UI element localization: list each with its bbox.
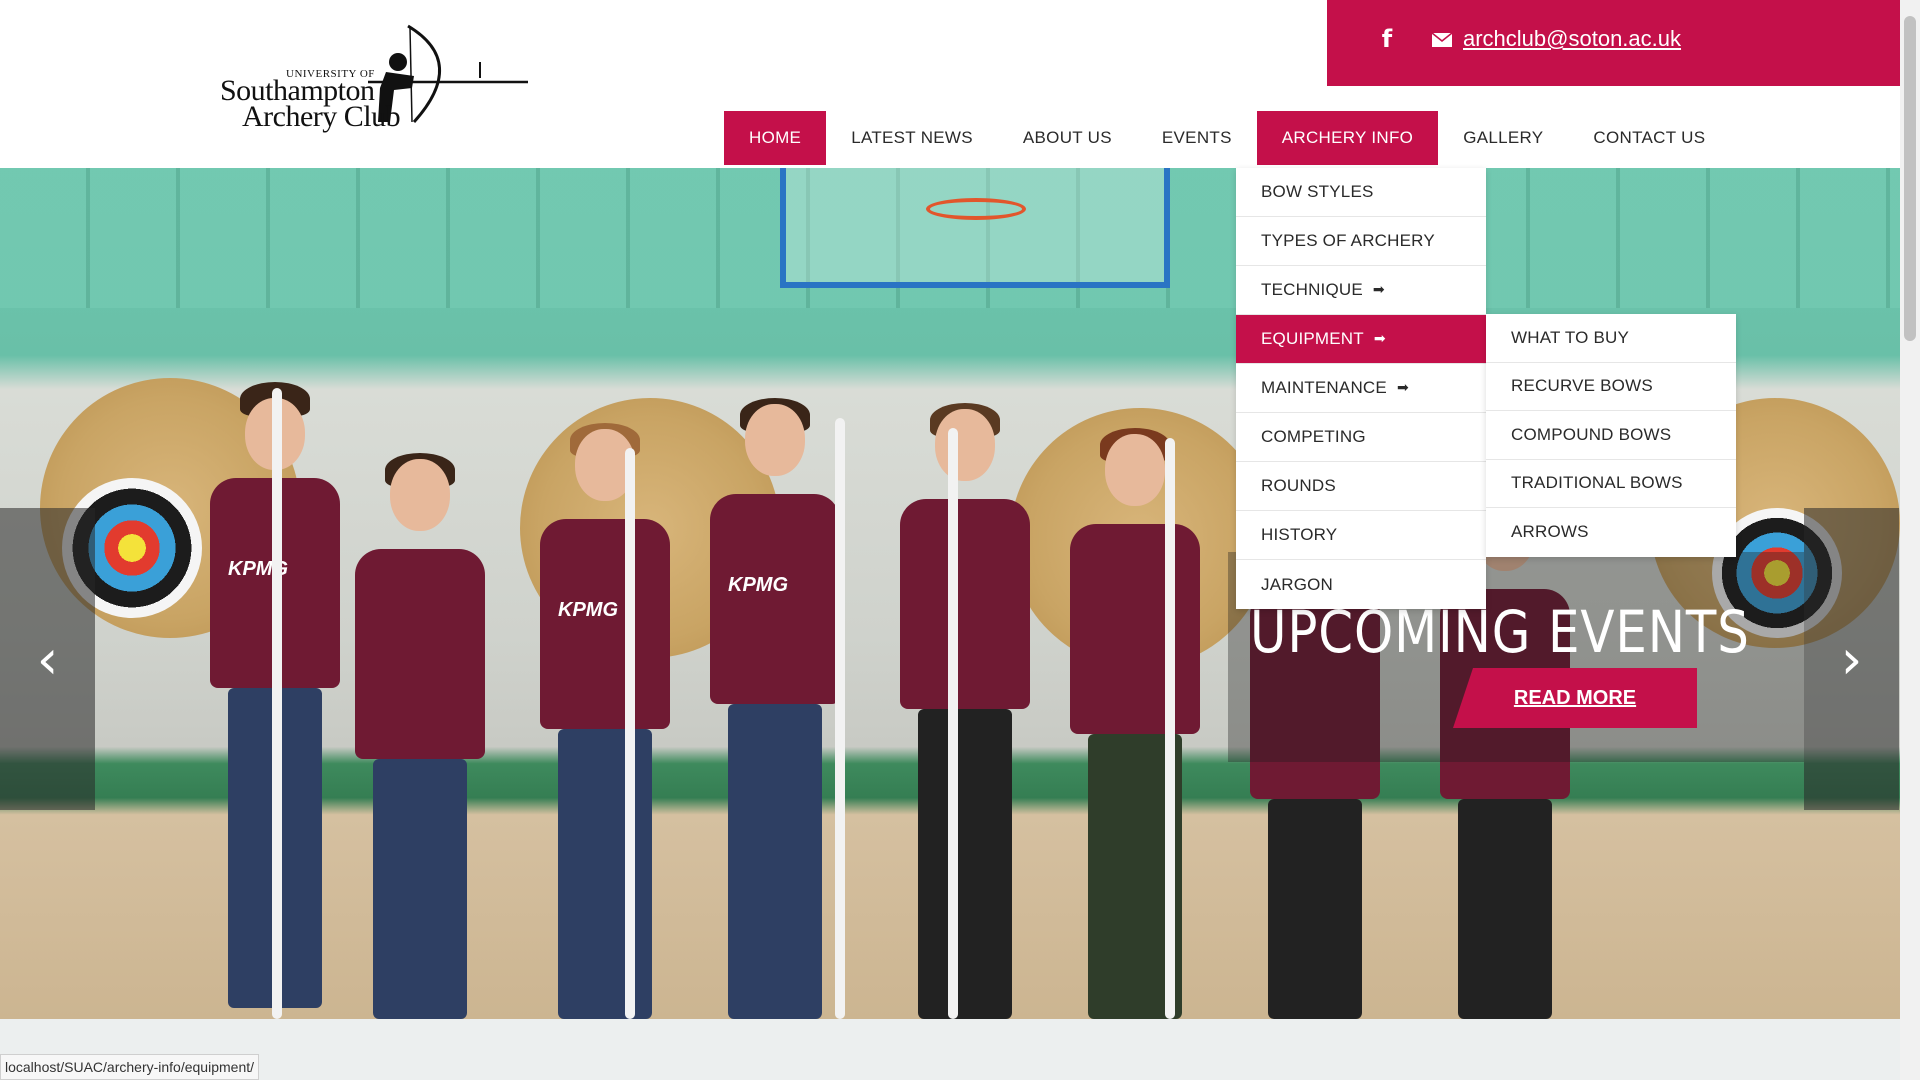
nav-about-us[interactable]: ABOUT US (998, 111, 1137, 165)
recurve-bow (625, 448, 635, 1019)
dropdown-item-label: COMPETING (1261, 427, 1366, 446)
dropdown-item-maintenance[interactable]: MAINTENANCE ➡ (1236, 364, 1486, 413)
dropdown-item-technique[interactable]: TECHNIQUE ➡ (1236, 266, 1486, 315)
page-scrollbar[interactable] (1900, 0, 1920, 1080)
site-header: UNIVERSITY OF Southampton Archery Club f… (0, 0, 1900, 168)
main-nav: HOME LATEST NEWS ABOUT US EVENTS ARCHERY… (724, 111, 1730, 165)
dropdown-item-history[interactable]: HISTORY (1236, 511, 1486, 560)
recurve-bow (1165, 438, 1175, 1019)
dropdown-item-label: ROUNDS (1261, 476, 1336, 495)
nav-home[interactable]: HOME (724, 111, 827, 165)
archer: KPMG (700, 398, 850, 1019)
nav-archery-info[interactable]: ARCHERY INFO (1256, 111, 1439, 165)
submenu-item-recurve-bows[interactable]: RECURVE BOWS (1486, 363, 1736, 411)
read-more-button[interactable]: READ MORE (1453, 668, 1697, 728)
dropdown-item-label: JARGON (1261, 574, 1334, 594)
dropdown-item-label: HISTORY (1261, 525, 1338, 544)
email-link[interactable]: archclub@soton.ac.uk (1463, 26, 1681, 52)
submenu-item-traditional-bows[interactable]: TRADITIONAL BOWS (1486, 460, 1736, 508)
submenu-item-what-to-buy[interactable]: WHAT TO BUY (1486, 314, 1736, 363)
site-logo[interactable]: UNIVERSITY OF Southampton Archery Club (218, 22, 530, 134)
dropdown-item-rounds[interactable]: ROUNDS (1236, 462, 1486, 511)
slider-prev-button[interactable]: ‹ (0, 508, 95, 810)
dropdown-item-label: TECHNIQUE (1261, 280, 1363, 299)
recurve-bow (835, 418, 845, 1019)
facebook-icon[interactable]: f (1377, 24, 1397, 54)
logo-archery-club-text: Archery Club (242, 100, 401, 133)
arrow-right-icon: ➡ (1373, 331, 1386, 347)
dropdown-item-competing[interactable]: COMPETING (1236, 413, 1486, 462)
slider-next-button[interactable]: › (1804, 508, 1899, 810)
archer: KPMG (530, 423, 680, 1019)
submenu-item-arrows[interactable]: ARROWS (1486, 508, 1736, 557)
shirt-sponsor-text: KPMG (558, 599, 618, 621)
dropdown-item-label: MAINTENANCE (1261, 378, 1387, 397)
dropdown-item-label: TYPES OF ARCHERY (1261, 231, 1435, 250)
shirt-sponsor-text: KPMG (728, 574, 788, 596)
equipment-submenu: WHAT TO BUY RECURVE BOWS COMPOUND BOWS T… (1486, 314, 1736, 557)
recurve-bow (272, 388, 282, 1019)
basketball-hoop (926, 198, 1026, 220)
hero-slider: KPMG KPMG KPMG UPCOMING EVENTS READ MORE… (0, 168, 1900, 1019)
nav-events[interactable]: EVENTS (1137, 111, 1257, 165)
archery-info-dropdown: BOW STYLES TYPES OF ARCHERY TECHNIQUE ➡ E… (1236, 168, 1486, 609)
dropdown-item-types-of-archery[interactable]: TYPES OF ARCHERY (1236, 217, 1486, 266)
scrollbar-thumb[interactable] (1904, 16, 1916, 341)
nav-latest-news[interactable]: LATEST NEWS (826, 111, 998, 165)
arrow-right-icon: ➡ (1396, 380, 1409, 396)
page-footer-strip (0, 1019, 1900, 1080)
envelope-icon (1432, 33, 1452, 47)
archer (1060, 428, 1210, 1019)
recurve-bow (948, 428, 958, 1019)
submenu-item-compound-bows[interactable]: COMPOUND BOWS (1486, 411, 1736, 460)
basketball-backboard (780, 168, 1170, 288)
dropdown-item-label: BOW STYLES (1261, 182, 1374, 201)
dropdown-item-label: EQUIPMENT (1261, 329, 1364, 348)
dropdown-item-bow-styles[interactable]: BOW STYLES (1236, 168, 1486, 217)
archer (345, 453, 495, 1019)
contact-topbar: f archclub@soton.ac.uk (1327, 0, 1900, 86)
status-bar-url: localhost/SUAC/archery-info/equipment/ (0, 1054, 260, 1080)
arrow-right-icon: ➡ (1372, 282, 1385, 298)
dropdown-item-jargon[interactable]: JARGON (1236, 560, 1486, 609)
chevron-left-icon: ‹ (36, 627, 59, 691)
chevron-right-icon: › (1840, 627, 1863, 691)
nav-contact-us[interactable]: CONTACT US (1568, 111, 1730, 165)
archer (890, 403, 1040, 1019)
nav-gallery[interactable]: GALLERY (1438, 111, 1568, 165)
dropdown-item-equipment[interactable]: EQUIPMENT ➡ (1236, 315, 1486, 364)
